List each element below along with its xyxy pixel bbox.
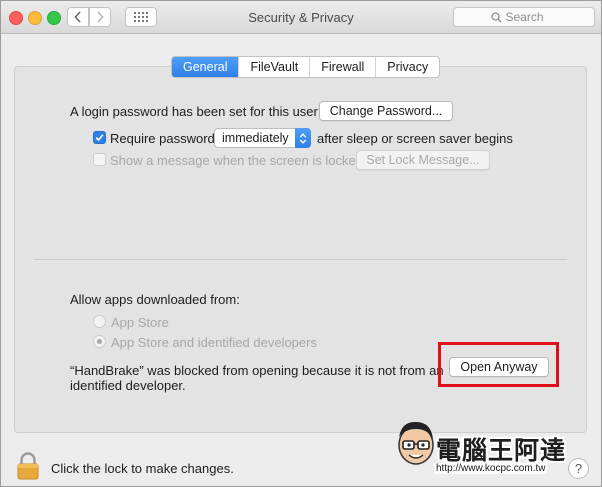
blocked-message-line1: “HandBrake” was blocked from opening bec… xyxy=(70,363,444,378)
require-password-label: Require password xyxy=(110,131,215,146)
login-password-text: A login password has been set for this u… xyxy=(70,104,318,119)
require-password-delay-value: immediately xyxy=(222,131,289,145)
after-sleep-text: after sleep or screen saver begins xyxy=(317,131,513,146)
lock-hint-text: Click the lock to make changes. xyxy=(51,461,234,476)
watermark-url: http://www.kocpc.com.tw xyxy=(434,463,548,474)
require-password-checkbox[interactable] xyxy=(93,131,106,144)
watermark-chinese: 電腦王阿達 xyxy=(436,437,567,465)
identified-developers-label: App Store and identified developers xyxy=(111,335,317,350)
change-password-button[interactable]: Change Password... xyxy=(319,101,453,121)
tab-filevault[interactable]: FileVault xyxy=(239,57,311,77)
set-lock-message-button[interactable]: Set Lock Message... xyxy=(356,150,490,170)
show-message-label: Show a message when the screen is locked xyxy=(110,153,363,168)
tab-privacy[interactable]: Privacy xyxy=(376,57,439,77)
app-store-label: App Store xyxy=(111,315,169,330)
search-icon xyxy=(490,11,501,22)
mascot-icon xyxy=(398,421,434,465)
app-store-radio[interactable] xyxy=(93,315,106,328)
tab-firewall[interactable]: Firewall xyxy=(310,57,377,77)
watermark: 電腦王阿達 http://www.kocpc.com.tw xyxy=(394,413,584,477)
section-divider xyxy=(34,259,567,260)
identified-developers-radio[interactable] xyxy=(93,335,106,348)
preferences-window: Security & Privacy General FileVault Fir… xyxy=(0,0,602,487)
select-arrows-icon xyxy=(295,128,311,148)
blocked-message-line2: identified developer. xyxy=(70,378,186,393)
allow-apps-heading: Allow apps downloaded from: xyxy=(70,292,240,307)
require-password-delay-select[interactable]: immediately xyxy=(214,128,311,148)
search-field[interactable] xyxy=(453,7,595,27)
tab-bar: General FileVault Firewall Privacy xyxy=(171,56,441,78)
help-button[interactable]: ? xyxy=(568,458,589,479)
highlight-annotation xyxy=(438,342,559,387)
search-input[interactable] xyxy=(505,10,558,24)
title-bar: Security & Privacy xyxy=(1,1,601,34)
show-message-checkbox[interactable] xyxy=(93,153,106,166)
lock-icon[interactable] xyxy=(15,451,41,481)
tab-general[interactable]: General xyxy=(172,57,240,77)
checkmark-icon xyxy=(95,134,104,142)
